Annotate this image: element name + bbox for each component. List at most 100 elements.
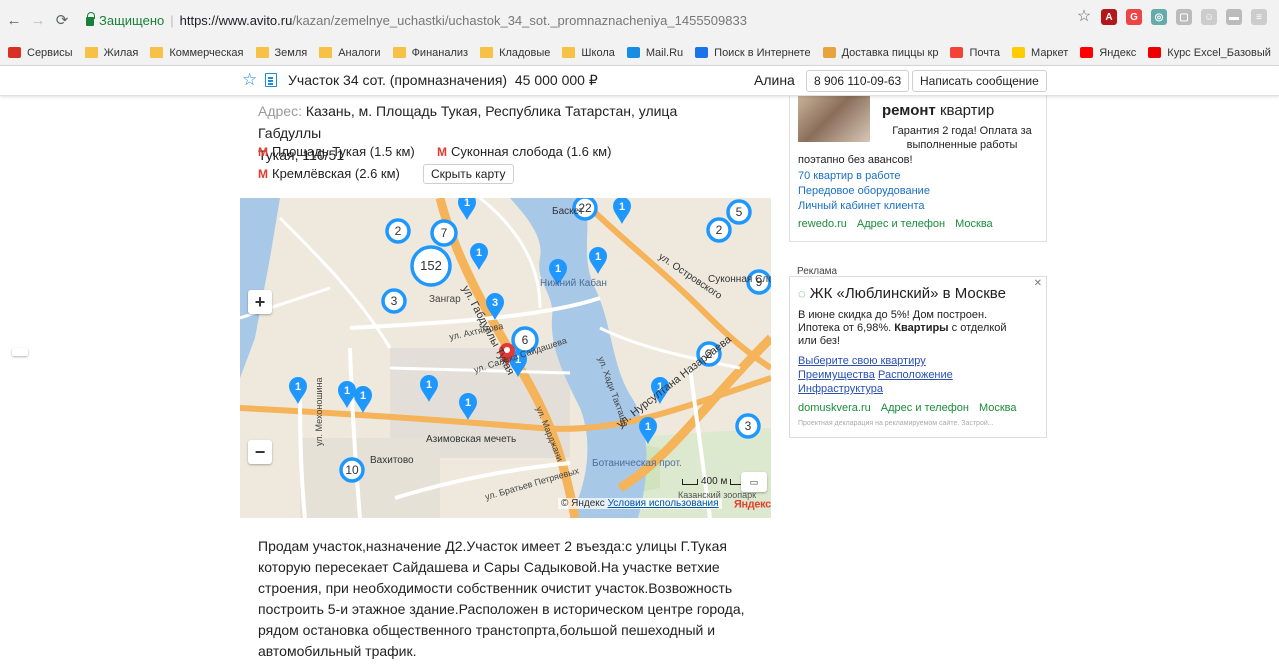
zoom-handle[interactable] [12, 348, 28, 356]
zoom-in-button[interactable]: + [248, 290, 272, 314]
cluster-count: 6 [522, 333, 529, 347]
ad-link[interactable]: Инфраструктура [798, 383, 883, 395]
terms-link[interactable]: Условия использования [608, 498, 719, 509]
pdf-extension-icon[interactable]: A [1101, 9, 1117, 25]
map-cluster[interactable]: 3 [381, 288, 407, 314]
bookmark-item[interactable]: Аналоги [319, 47, 381, 59]
sync-extension-icon[interactable]: ◎ [1151, 9, 1167, 25]
ad-title[interactable]: ремонт квартир [882, 102, 994, 120]
bookmark-label: Mail.Ru [645, 46, 684, 59]
address-bar[interactable]: Защищено | https://www.avito.ru/kazan/ze… [86, 7, 1086, 33]
cluster-count: 5 [736, 205, 743, 219]
map-label-nizhny-kaban: Нижний Кабан [540, 277, 607, 289]
ad-link[interactable]: Преимущества [798, 369, 875, 381]
ad-domain[interactable]: domuskvera.ru [798, 402, 871, 414]
map-label-ul-petr: ул. Братьев Петряевых [484, 465, 581, 502]
gmail-extension-icon[interactable]: G [1126, 9, 1142, 25]
zoom-out-button[interactable]: − [248, 440, 272, 464]
user-extension-icon[interactable]: ☺ [1201, 9, 1217, 25]
yandex-map[interactable]: 2 7 152 3 6 22 5 2 9 2 3 10 1 1 1 3 1 1 1 1 1 1 1 1 1 1 Зангар Нижн… [240, 198, 771, 518]
map-pin[interactable]: 3 [486, 293, 504, 320]
ad-rewedo[interactable]: ремонт квартир Гарантия 2 года! Оплата з… [789, 96, 1047, 242]
ad-contacts-link[interactable]: Адрес и телефон [857, 218, 945, 230]
ruler-button[interactable]: ▭ [741, 472, 767, 492]
metro-station: M Суконная слобода (1.6 км) [437, 144, 612, 159]
secure-label: Защищено [99, 12, 165, 28]
menu-extension-icon[interactable]: ≡ [1251, 9, 1267, 25]
map-pin[interactable]: 1 [354, 386, 372, 413]
favorite-star-icon[interactable]: ☆ [242, 70, 257, 90]
map-cluster[interactable]: 152 [410, 245, 452, 287]
bookmark-item[interactable]: Кладовые [480, 47, 550, 59]
ad-link[interactable]: Выберите свою квартиру [798, 355, 926, 367]
ad-title[interactable]: ◌ ЖК «Люблинский» в Москве [798, 285, 1006, 302]
search-icon [695, 47, 709, 58]
folder-icon [392, 47, 406, 58]
map-cluster[interactable]: 3 [735, 413, 761, 439]
pin-count: 1 [295, 381, 301, 393]
bookmark-item[interactable]: Почта [950, 47, 1000, 59]
map-pin[interactable]: 1 [459, 393, 477, 420]
metro-station: M Кремлёвская (2.6 км) [258, 166, 400, 181]
yandex-logo: Яндекс [734, 497, 771, 511]
map-cluster[interactable]: 5 [726, 199, 752, 225]
ad-link[interactable]: Личный кабинет клиента [798, 200, 925, 212]
bookmark-item[interactable]: Маркет [1012, 47, 1068, 59]
note-icon[interactable] [265, 73, 277, 87]
ad-link[interactable]: Передовое оборудование [798, 185, 930, 197]
map-pin[interactable]: 1 [470, 243, 488, 270]
ad-link[interactable]: Расположение [878, 369, 953, 381]
bookmark-item[interactable]: Жилая [84, 46, 139, 59]
map-pin[interactable]: 1 [289, 377, 307, 404]
bookmark-item[interactable]: Сервисы [8, 47, 73, 59]
bookmark-item[interactable]: Земля [255, 46, 308, 59]
map-cluster[interactable]: 2 [385, 218, 411, 244]
bookmark-item[interactable]: Школа [562, 47, 615, 59]
bookmark-item[interactable]: Коммерческая [150, 46, 244, 59]
hide-map-button[interactable]: Скрыть карту [423, 164, 514, 184]
map-pin[interactable]: 1 [420, 375, 438, 402]
apps-icon [8, 47, 21, 58]
ad-domain[interactable]: rewedo.ru [798, 218, 847, 230]
map-pin[interactable]: 1 [639, 417, 657, 444]
map-cluster[interactable]: 10 [339, 457, 365, 483]
close-icon[interactable]: ✕ [1034, 278, 1042, 289]
bookmark-label: Финанализ [411, 46, 469, 59]
write-message-button[interactable]: Написать сообщение [912, 70, 1047, 92]
map-pin[interactable]: 1 [589, 247, 607, 274]
metro-icon: M [258, 144, 268, 159]
description-line: строения, при необходимости собственник … [258, 580, 733, 596]
ad-footer: rewedo.ru Адрес и телефон Москва [798, 218, 993, 230]
ad-link[interactable]: 70 квартир в работе [798, 170, 901, 182]
pin-count: 1 [360, 390, 366, 402]
map-pin[interactable]: 1 [613, 198, 631, 224]
reload-icon[interactable]: ⟳ [52, 10, 72, 30]
map-pin[interactable]: 1 [458, 198, 476, 220]
description-line: которую пересекает Сайдашева и Сары Сады… [258, 559, 720, 575]
pin-count: 1 [595, 251, 601, 263]
pin-count: 1 [645, 421, 651, 433]
bookmark-star-icon[interactable]: ☆ [1076, 9, 1092, 25]
listing-title: Участок 34 сот. (промназначения) 45 000 … [288, 72, 598, 88]
bookmark-item[interactable]: Финанализ [392, 46, 469, 59]
back-icon[interactable]: ← [4, 10, 24, 30]
bookmark-item[interactable]: Поиск в Интернете [695, 47, 811, 59]
bookmark-label: Жилая [103, 46, 139, 59]
map-cluster[interactable]: 7 [430, 219, 458, 247]
ad-body: В июне скидка до 5%! Дом построен. Ипоте… [798, 309, 1007, 347]
cast-extension-icon[interactable]: ▬ [1226, 9, 1242, 25]
map-pin[interactable]: 1 [338, 381, 356, 408]
bookmark-label: Коммерческая [169, 46, 244, 59]
ad-contacts-link[interactable]: Адрес и телефон [881, 402, 969, 414]
bookmark-item[interactable]: Курс Excel_Базовый [1148, 47, 1271, 59]
bookmark-item[interactable]: Яндекс [1080, 47, 1136, 59]
cluster-count: 10 [345, 463, 359, 477]
bookmark-label: Земля [274, 46, 308, 59]
phone-button[interactable]: 8 906 110-09-63 [806, 70, 910, 92]
screenshot-extension-icon[interactable]: ▢ [1176, 9, 1192, 25]
forward-icon[interactable]: → [28, 10, 48, 30]
map-cluster[interactable]: 2 [706, 217, 732, 243]
bookmark-item[interactable]: Mail.Ru [626, 46, 684, 59]
ad-lublinsky[interactable]: ✕ ◌ ЖК «Люблинский» в Москве В июне скидк… [789, 276, 1047, 438]
bookmark-item[interactable]: Доставка пиццы кр [822, 47, 938, 59]
